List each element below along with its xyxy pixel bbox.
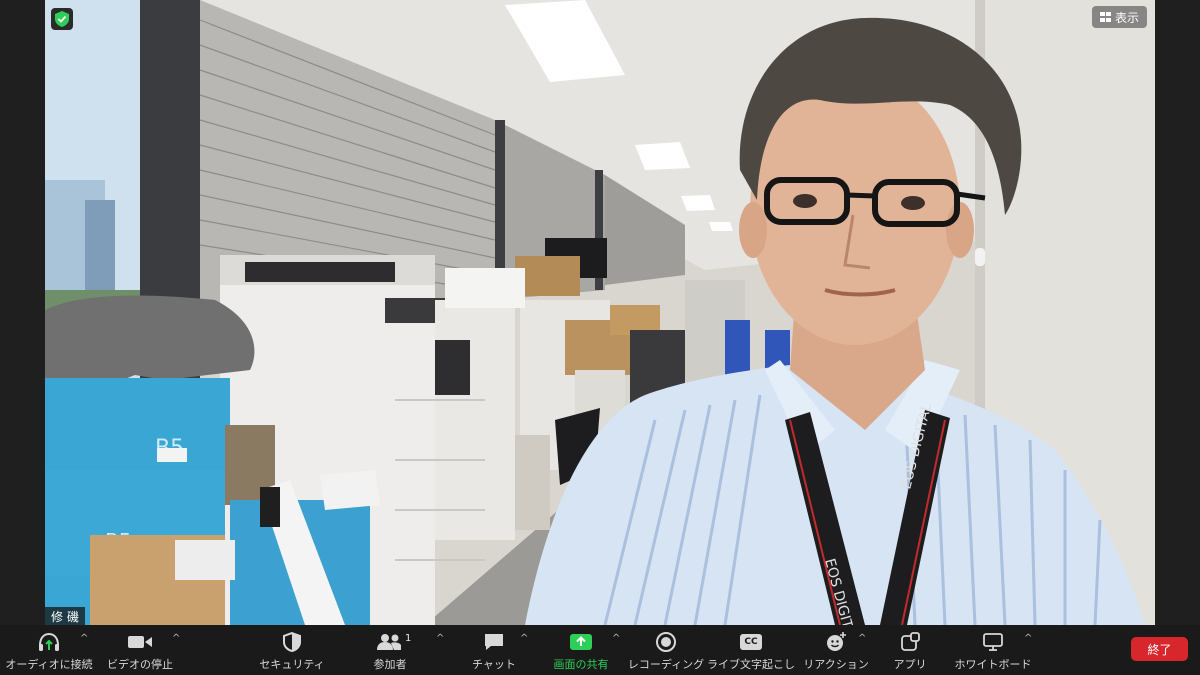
reactions-options-chevron-up-icon[interactable]: ^ (858, 633, 866, 644)
whiteboard-options-chevron-up-icon[interactable]: ^ (1024, 633, 1032, 644)
record-icon (655, 629, 677, 655)
share-screen-icon (569, 629, 593, 655)
whiteboard-icon (982, 629, 1004, 655)
chat-button[interactable]: チャット (466, 625, 522, 675)
view-button[interactable]: 表示 (1091, 6, 1147, 28)
participant-name: 修 磯 (51, 609, 79, 624)
join-audio-button[interactable]: オーディオに接続 (5, 625, 93, 675)
encryption-shield-icon[interactable] (51, 8, 73, 30)
camera-image: B5 B5 (45, 0, 1155, 625)
security-label: セキュリティ (259, 658, 325, 671)
live-transcript-button[interactable]: CC ライブ文字起こし (707, 625, 795, 675)
apps-icon (900, 629, 920, 655)
video-options-chevron-up-icon[interactable]: ^ (172, 633, 180, 644)
end-meeting-button[interactable]: 終了 (1131, 637, 1188, 661)
reactions-button[interactable]: リアクション (803, 625, 869, 675)
closed-captions-icon: CC (740, 629, 762, 655)
share-screen-label: 画面の共有 (553, 658, 609, 671)
join-audio-label: オーディオに接続 (5, 658, 93, 671)
video-feed: B5 B5 (45, 0, 1155, 625)
participant-name-tag: 修 磯 (45, 607, 85, 625)
chat-options-chevron-up-icon[interactable]: ^ (520, 633, 528, 644)
captions-icon-text: CC (740, 634, 762, 650)
audio-options-chevron-up-icon[interactable]: ^ (80, 633, 88, 644)
stop-video-button[interactable]: ビデオの停止 (104, 625, 176, 675)
headphones-icon (37, 629, 61, 655)
security-button[interactable]: セキュリティ (258, 625, 326, 675)
chat-label: チャット (472, 658, 516, 671)
reactions-label: リアクション (803, 658, 869, 671)
share-screen-button[interactable]: 画面の共有 (548, 625, 614, 675)
participants-icon (377, 629, 403, 655)
record-button[interactable]: レコーディング (627, 625, 705, 675)
share-options-chevron-up-icon[interactable]: ^ (612, 633, 620, 644)
record-label: レコーディング (627, 658, 705, 671)
video-camera-icon (127, 629, 153, 655)
apps-label: アプリ (893, 658, 927, 671)
chat-bubble-icon (483, 629, 505, 655)
view-label: 表示 (1114, 10, 1139, 25)
live-transcript-label: ライブ文字起こし (707, 658, 795, 671)
smiley-icon (825, 629, 847, 655)
apps-button[interactable]: アプリ (888, 625, 932, 675)
participants-options-chevron-up-icon[interactable]: ^ (436, 633, 444, 644)
shield-icon (283, 629, 301, 655)
meeting-toolbar: オーディオに接続 ^ ビデオの停止 ^ セキュリティ 参加者 1 ^ チャット … (0, 625, 1200, 675)
stop-video-label: ビデオの停止 (107, 658, 173, 671)
grid-icon (1099, 12, 1111, 22)
whiteboard-label: ホワイトボード (954, 658, 1032, 671)
whiteboard-button[interactable]: ホワイトボード (954, 625, 1032, 675)
participants-label: 参加者 (373, 658, 407, 671)
participants-count: 1 (405, 633, 412, 644)
